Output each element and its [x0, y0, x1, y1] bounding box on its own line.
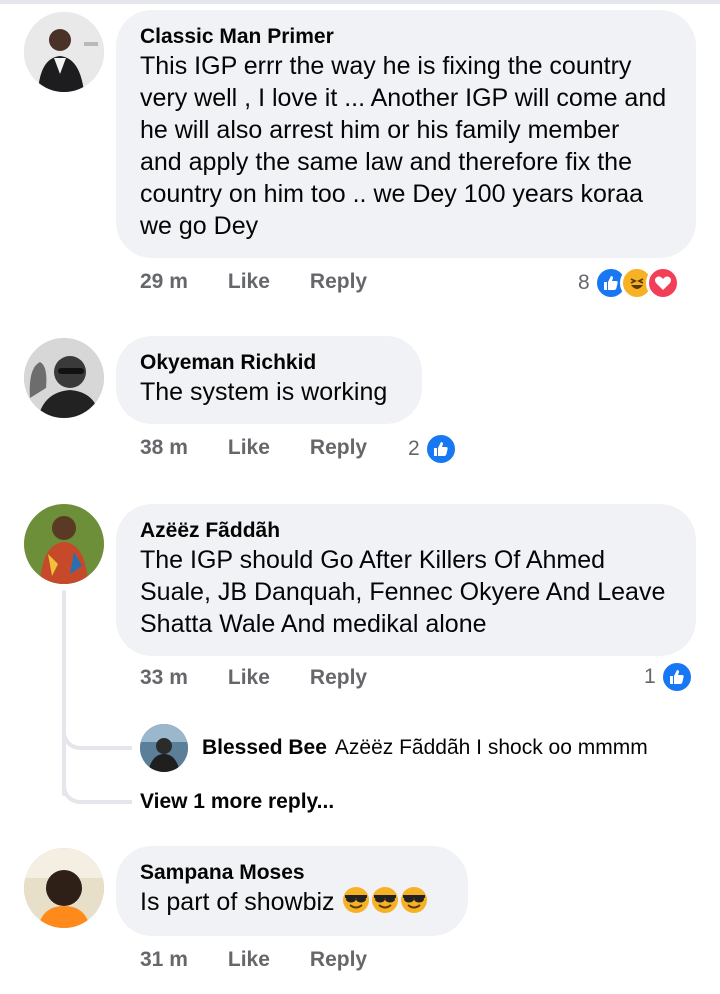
view-more-replies-link[interactable]: View 1 more reply...	[140, 790, 334, 814]
reaction-summary[interactable]: 1	[644, 660, 694, 694]
reaction-count: 2	[408, 437, 420, 460]
reaction-summary[interactable]: 2	[408, 432, 458, 466]
reply-button[interactable]: Reply	[310, 436, 367, 460]
reaction-count: 1	[644, 665, 656, 688]
comment-text: Is part of showbiz	[140, 886, 442, 918]
reply-button[interactable]: Reply	[310, 666, 367, 690]
comment-bubble: Classic Man Primer This IGP errr the way…	[116, 10, 696, 258]
avatar-classic-man-primer[interactable]	[24, 12, 104, 92]
thread-line-branch	[62, 774, 132, 804]
comment-text-line: very well , I love it ... Another IGP wi…	[140, 84, 667, 112]
like-button[interactable]: Like	[228, 948, 270, 972]
comment-actions: 38 m Like Reply	[140, 436, 367, 460]
reply-button[interactable]: Reply	[310, 270, 367, 294]
comment-text-line: we go Dey	[140, 212, 259, 240]
avatar-okyeman-richkid[interactable]	[24, 338, 104, 418]
like-button[interactable]: Like	[228, 436, 270, 460]
comment-text-line: Suale, JB Danquah, Fennec Okyere And Lea…	[140, 578, 666, 606]
like-button[interactable]: Like	[228, 270, 270, 294]
comment-bubble: Sampana Moses Is part of showbiz	[116, 846, 468, 936]
thread-line-branch	[62, 720, 132, 750]
comment-author[interactable]: Okyeman Richkid	[140, 350, 396, 376]
reaction-summary[interactable]: 8	[578, 266, 680, 300]
comment-actions: 33 m Like Reply	[140, 666, 367, 690]
like-icon	[423, 432, 458, 466]
avatar-blessed-bee[interactable]	[140, 724, 188, 772]
comment-text-line: This IGP errr the way he is fixing the c…	[140, 52, 632, 80]
reply-item: Blessed Bee Azëëz Fãddãh I shock oo mmmm	[140, 724, 648, 772]
avatar-sampana-moses[interactable]	[24, 848, 104, 928]
comment-timestamp[interactable]: 38 m	[140, 436, 188, 460]
comment-text-line: Shatta Wale And medikal alone	[140, 610, 487, 638]
like-icon	[659, 660, 694, 694]
comment-bubble: Okyeman Richkid The system is working	[116, 336, 422, 424]
comment-text-line: he will also arrest him or his family me…	[140, 116, 620, 144]
comment-text-line: The system is working	[140, 378, 388, 406]
comment-text-line: and apply the same law and therefore fix…	[140, 148, 632, 176]
comment-text-line: The IGP should Go After Killers Of Ahmed	[140, 546, 606, 574]
thread-line-vertical	[62, 590, 66, 796]
reply-button[interactable]: Reply	[310, 948, 367, 972]
comment-timestamp[interactable]: 31 m	[140, 948, 188, 972]
reply-author[interactable]: Blessed Bee	[202, 736, 327, 760]
comment-timestamp[interactable]: 29 m	[140, 270, 188, 294]
love-icon	[645, 266, 680, 300]
comment-bubble: Azëëz Fãddãh The IGP should Go After Kil…	[116, 504, 696, 656]
sunglasses-emoji	[372, 887, 399, 913]
comment-author[interactable]: Classic Man Primer	[140, 24, 670, 50]
sunglasses-emoji	[343, 887, 370, 913]
top-divider	[0, 0, 720, 4]
comment-author[interactable]: Azëëz Fãddãh	[140, 518, 670, 544]
reaction-count: 8	[578, 271, 590, 294]
comment-author[interactable]: Sampana Moses	[140, 860, 442, 886]
sunglasses-emoji	[401, 887, 428, 913]
reply-text: Azëëz Fãddãh I shock oo mmmm	[334, 736, 648, 759]
avatar-azeez-faddah[interactable]	[24, 504, 104, 584]
comment-actions: 29 m Like Reply	[140, 270, 367, 294]
comment-timestamp[interactable]: 33 m	[140, 666, 188, 690]
comment-actions: 31 m Like Reply	[140, 948, 367, 972]
comment-text-line: country on him too .. we Dey 100 years k…	[140, 180, 644, 208]
comment-text-content: Is part of showbiz	[140, 888, 335, 916]
like-button[interactable]: Like	[228, 666, 270, 690]
